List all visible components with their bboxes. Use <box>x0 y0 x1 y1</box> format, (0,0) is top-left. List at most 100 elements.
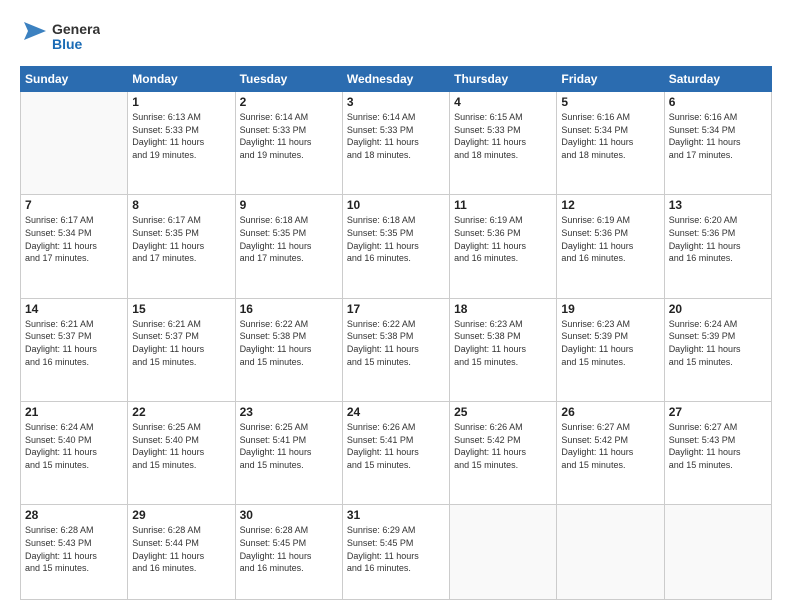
svg-text:Blue: Blue <box>52 36 83 52</box>
day-number: 24 <box>347 405 445 419</box>
calendar-cell: 25 Sunrise: 6:26 AMSunset: 5:42 PMDayligh… <box>450 402 557 505</box>
day-info: Sunrise: 6:27 AMSunset: 5:43 PMDaylight:… <box>669 421 767 471</box>
day-info: Sunrise: 6:27 AMSunset: 5:42 PMDaylight:… <box>561 421 659 471</box>
day-info: Sunrise: 6:21 AMSunset: 5:37 PMDaylight:… <box>25 318 123 368</box>
calendar-cell: 3Sunrise: 6:14 AMSunset: 5:33 PMDaylight… <box>342 92 449 195</box>
day-info: Sunrise: 6:14 AMSunset: 5:33 PMDaylight:… <box>240 111 338 161</box>
day-info: Sunrise: 6:29 AMSunset: 5:45 PMDaylight:… <box>347 524 445 574</box>
day-info: Sunrise: 6:13 AMSunset: 5:33 PMDaylight:… <box>132 111 230 161</box>
header: GeneralBlue <box>20 16 772 56</box>
calendar-cell: 6 Sunrise: 6:16 AMSunset: 5:34 PMDaylight… <box>664 92 771 195</box>
day-info: Sunrise: 6:18 AMSunset: 5:35 PMDaylight:… <box>347 214 445 264</box>
calendar-cell: 16 Sunrise: 6:22 AMSunset: 5:38 PMDayligh… <box>235 298 342 401</box>
calendar-cell: 2 Sunrise: 6:14 AMSunset: 5:33 PMDaylight… <box>235 92 342 195</box>
calendar-cell: 22 Sunrise: 6:25 AMSunset: 5:40 PMDayligh… <box>128 402 235 505</box>
calendar-cell <box>450 505 557 600</box>
calendar-cell: 12 Sunrise: 6:19 AMSunset: 5:36 PMDayligh… <box>557 195 664 298</box>
day-number: 9 <box>240 198 338 212</box>
calendar-cell: 17Sunrise: 6:22 AMSunset: 5:38 PMDayligh… <box>342 298 449 401</box>
page: GeneralBlue SundayMondayTuesdayWednesday… <box>0 0 792 612</box>
day-number: 22 <box>132 405 230 419</box>
weekday-header-tuesday: Tuesday <box>235 67 342 92</box>
logo-svg: GeneralBlue <box>20 16 100 56</box>
calendar-table: SundayMondayTuesdayWednesdayThursdayFrid… <box>20 66 772 600</box>
day-number: 16 <box>240 302 338 316</box>
day-info: Sunrise: 6:21 AMSunset: 5:37 PMDaylight:… <box>132 318 230 368</box>
day-number: 18 <box>454 302 552 316</box>
day-info: Sunrise: 6:22 AMSunset: 5:38 PMDaylight:… <box>240 318 338 368</box>
calendar-week-row: 14 Sunrise: 6:21 AMSunset: 5:37 PMDayligh… <box>21 298 772 401</box>
day-number: 31 <box>347 508 445 522</box>
calendar-week-row: 21 Sunrise: 6:24 AMSunset: 5:40 PMDayligh… <box>21 402 772 505</box>
calendar-cell: 23 Sunrise: 6:25 AMSunset: 5:41 PMDayligh… <box>235 402 342 505</box>
day-info: Sunrise: 6:24 AMSunset: 5:40 PMDaylight:… <box>25 421 123 471</box>
day-number: 14 <box>25 302 123 316</box>
calendar-cell: 5 Sunrise: 6:16 AMSunset: 5:34 PMDaylight… <box>557 92 664 195</box>
day-number: 11 <box>454 198 552 212</box>
day-info: Sunrise: 6:19 AMSunset: 5:36 PMDaylight:… <box>561 214 659 264</box>
day-info: Sunrise: 6:28 AMSunset: 5:44 PMDaylight:… <box>132 524 230 574</box>
day-info: Sunrise: 6:23 AMSunset: 5:39 PMDaylight:… <box>561 318 659 368</box>
calendar-cell: 11Sunrise: 6:19 AMSunset: 5:36 PMDayligh… <box>450 195 557 298</box>
calendar-cell: 18 Sunrise: 6:23 AMSunset: 5:38 PMDayligh… <box>450 298 557 401</box>
weekday-header-thursday: Thursday <box>450 67 557 92</box>
day-info: Sunrise: 6:16 AMSunset: 5:34 PMDaylight:… <box>669 111 767 161</box>
calendar-cell: 13 Sunrise: 6:20 AMSunset: 5:36 PMDayligh… <box>664 195 771 298</box>
day-info: Sunrise: 6:22 AMSunset: 5:38 PMDaylight:… <box>347 318 445 368</box>
day-info: Sunrise: 6:18 AMSunset: 5:35 PMDaylight:… <box>240 214 338 264</box>
day-number: 5 <box>561 95 659 109</box>
calendar-cell: 7Sunrise: 6:17 AMSunset: 5:34 PMDaylight… <box>21 195 128 298</box>
calendar-cell: 26Sunrise: 6:27 AMSunset: 5:42 PMDayligh… <box>557 402 664 505</box>
calendar-cell: 19Sunrise: 6:23 AMSunset: 5:39 PMDayligh… <box>557 298 664 401</box>
day-number: 4 <box>454 95 552 109</box>
day-number: 15 <box>132 302 230 316</box>
day-number: 29 <box>132 508 230 522</box>
weekday-header-friday: Friday <box>557 67 664 92</box>
day-number: 25 <box>454 405 552 419</box>
calendar-cell: 30 Sunrise: 6:28 AMSunset: 5:45 PMDayligh… <box>235 505 342 600</box>
calendar-header: SundayMondayTuesdayWednesdayThursdayFrid… <box>21 67 772 92</box>
calendar-cell: 31 Sunrise: 6:29 AMSunset: 5:45 PMDayligh… <box>342 505 449 600</box>
weekday-header-saturday: Saturday <box>664 67 771 92</box>
day-info: Sunrise: 6:14 AMSunset: 5:33 PMDaylight:… <box>347 111 445 161</box>
day-info: Sunrise: 6:25 AMSunset: 5:40 PMDaylight:… <box>132 421 230 471</box>
calendar-cell: 9 Sunrise: 6:18 AMSunset: 5:35 PMDaylight… <box>235 195 342 298</box>
day-number: 21 <box>25 405 123 419</box>
day-info: Sunrise: 6:20 AMSunset: 5:36 PMDaylight:… <box>669 214 767 264</box>
day-number: 12 <box>561 198 659 212</box>
weekday-header-sunday: Sunday <box>21 67 128 92</box>
day-info: Sunrise: 6:15 AMSunset: 5:33 PMDaylight:… <box>454 111 552 161</box>
calendar-cell: 28Sunrise: 6:28 AMSunset: 5:43 PMDayligh… <box>21 505 128 600</box>
day-info: Sunrise: 6:23 AMSunset: 5:38 PMDaylight:… <box>454 318 552 368</box>
day-number: 10 <box>347 198 445 212</box>
calendar-cell: 4 Sunrise: 6:15 AMSunset: 5:33 PMDaylight… <box>450 92 557 195</box>
day-number: 13 <box>669 198 767 212</box>
day-info: Sunrise: 6:17 AMSunset: 5:35 PMDaylight:… <box>132 214 230 264</box>
day-number: 2 <box>240 95 338 109</box>
day-number: 20 <box>669 302 767 316</box>
calendar-cell: 1Sunrise: 6:13 AMSunset: 5:33 PMDaylight… <box>128 92 235 195</box>
weekday-header-monday: Monday <box>128 67 235 92</box>
day-info: Sunrise: 6:25 AMSunset: 5:41 PMDaylight:… <box>240 421 338 471</box>
logo: GeneralBlue <box>20 16 100 56</box>
calendar-cell: 20 Sunrise: 6:24 AMSunset: 5:39 PMDayligh… <box>664 298 771 401</box>
day-info: Sunrise: 6:26 AMSunset: 5:42 PMDaylight:… <box>454 421 552 471</box>
day-info: Sunrise: 6:24 AMSunset: 5:39 PMDaylight:… <box>669 318 767 368</box>
calendar-week-row: 7Sunrise: 6:17 AMSunset: 5:34 PMDaylight… <box>21 195 772 298</box>
calendar-week-row: 1Sunrise: 6:13 AMSunset: 5:33 PMDaylight… <box>21 92 772 195</box>
calendar-cell <box>664 505 771 600</box>
day-info: Sunrise: 6:26 AMSunset: 5:41 PMDaylight:… <box>347 421 445 471</box>
calendar-cell: 8 Sunrise: 6:17 AMSunset: 5:35 PMDaylight… <box>128 195 235 298</box>
day-info: Sunrise: 6:28 AMSunset: 5:45 PMDaylight:… <box>240 524 338 574</box>
day-number: 23 <box>240 405 338 419</box>
calendar-cell: 21 Sunrise: 6:24 AMSunset: 5:40 PMDayligh… <box>21 402 128 505</box>
day-number: 8 <box>132 198 230 212</box>
day-info: Sunrise: 6:16 AMSunset: 5:34 PMDaylight:… <box>561 111 659 161</box>
day-number: 6 <box>669 95 767 109</box>
day-info: Sunrise: 6:28 AMSunset: 5:43 PMDaylight:… <box>25 524 123 574</box>
calendar-body: 1Sunrise: 6:13 AMSunset: 5:33 PMDaylight… <box>21 92 772 600</box>
day-number: 30 <box>240 508 338 522</box>
day-info: Sunrise: 6:17 AMSunset: 5:34 PMDaylight:… <box>25 214 123 264</box>
weekday-header-wednesday: Wednesday <box>342 67 449 92</box>
calendar-cell: 29 Sunrise: 6:28 AMSunset: 5:44 PMDayligh… <box>128 505 235 600</box>
